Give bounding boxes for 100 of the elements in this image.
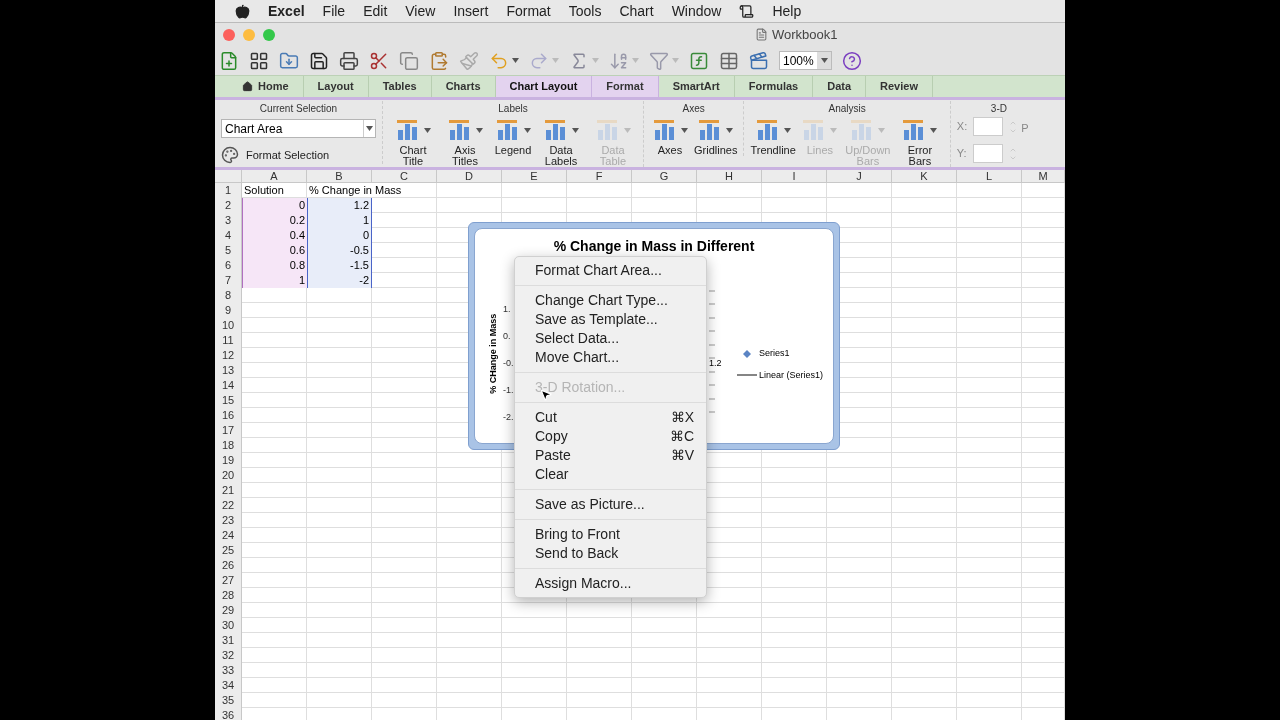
menu-item[interactable]: Cut ⌘X bbox=[515, 408, 706, 427]
menu-item[interactable]: Paste ⌘V bbox=[515, 446, 706, 465]
ribbon-button[interactable]: Gridlines bbox=[694, 117, 738, 156]
caret-icon[interactable] bbox=[523, 127, 531, 133]
row-header[interactable]: 1 bbox=[215, 183, 242, 198]
row-header[interactable]: 21 bbox=[215, 483, 242, 498]
menu-item[interactable]: Move Chart... bbox=[515, 348, 706, 367]
zoom-button[interactable] bbox=[263, 28, 275, 41]
column-header[interactable]: F bbox=[567, 170, 632, 183]
row-header[interactable]: 18 bbox=[215, 438, 242, 453]
caret-icon[interactable] bbox=[726, 127, 734, 133]
position-field[interactable] bbox=[973, 117, 1004, 136]
clipboard-icon[interactable] bbox=[429, 50, 449, 71]
row-header[interactable]: 33 bbox=[215, 663, 242, 678]
menu-item[interactable]: Format bbox=[506, 0, 551, 22]
column-header[interactable]: H bbox=[697, 170, 762, 183]
row-header[interactable]: 35 bbox=[215, 693, 242, 708]
row-header[interactable]: 3 bbox=[215, 213, 242, 228]
row-header[interactable]: 24 bbox=[215, 528, 242, 543]
row-header[interactable]: 19 bbox=[215, 453, 242, 468]
row-header[interactable]: 12 bbox=[215, 348, 242, 363]
menu-item[interactable]: Edit bbox=[363, 0, 388, 22]
gallery-icon[interactable] bbox=[249, 50, 269, 71]
menu-item[interactable]: Save as Template... bbox=[515, 310, 706, 329]
row-header[interactable]: 16 bbox=[215, 408, 242, 423]
row-header[interactable]: 20 bbox=[215, 468, 242, 483]
menu-item[interactable]: Clear bbox=[515, 465, 706, 484]
position-field[interactable] bbox=[972, 144, 1003, 163]
column-header[interactable]: J bbox=[827, 170, 892, 183]
caret-icon[interactable] bbox=[783, 127, 791, 133]
save-icon[interactable] bbox=[309, 50, 329, 71]
brush-icon[interactable] bbox=[459, 50, 479, 71]
menu-item[interactable]: Window bbox=[671, 0, 722, 22]
menu-item[interactable]: Assign Macro... bbox=[515, 574, 706, 593]
new-file-icon[interactable] bbox=[219, 50, 239, 71]
column-header[interactable]: B bbox=[307, 170, 372, 183]
column-header[interactable]: I bbox=[762, 170, 827, 183]
caret-icon[interactable] bbox=[820, 58, 828, 63]
script-icon[interactable] bbox=[739, 3, 755, 19]
menu-item[interactable]: Copy ⌘C bbox=[515, 427, 706, 446]
row-header[interactable]: 36 bbox=[215, 708, 242, 720]
menu-item[interactable]: Format Chart Area... bbox=[515, 261, 706, 280]
caret-icon[interactable] bbox=[512, 58, 519, 63]
row-header[interactable]: 6 bbox=[215, 258, 242, 273]
menu-item[interactable]: Select Data... bbox=[515, 329, 706, 348]
column-header[interactable]: D bbox=[437, 170, 502, 183]
row-header[interactable]: 22 bbox=[215, 498, 242, 513]
row-header[interactable]: 7 bbox=[215, 273, 242, 288]
caret-icon[interactable] bbox=[423, 127, 431, 133]
function-icon[interactable] bbox=[689, 50, 709, 71]
row-header[interactable]: 30 bbox=[215, 618, 242, 633]
row-header[interactable]: 11 bbox=[215, 333, 242, 348]
column-header[interactable]: M bbox=[1022, 170, 1065, 183]
menu-item[interactable]: View bbox=[405, 0, 436, 22]
ribbon-button[interactable]: Chart Title bbox=[389, 117, 437, 167]
caret-icon[interactable] bbox=[475, 127, 483, 133]
caret-icon[interactable] bbox=[366, 126, 373, 131]
ribbon-button[interactable]: Data Labels bbox=[537, 117, 585, 167]
row-header[interactable]: 5 bbox=[215, 243, 242, 258]
close-button[interactable] bbox=[223, 28, 235, 41]
help-icon[interactable] bbox=[842, 50, 862, 71]
ribbon-tab[interactable]: Format bbox=[592, 76, 659, 97]
column-header[interactable]: L bbox=[957, 170, 1022, 183]
menu-item[interactable]: Send to Back bbox=[515, 544, 706, 563]
row-header[interactable]: 10 bbox=[215, 318, 242, 333]
caret-icon[interactable] bbox=[680, 127, 688, 133]
caret-icon[interactable] bbox=[930, 127, 938, 133]
caret-icon[interactable] bbox=[571, 127, 579, 133]
row-header[interactable]: 27 bbox=[215, 573, 242, 588]
column-header[interactable]: G bbox=[632, 170, 697, 183]
form-icon[interactable] bbox=[719, 50, 739, 71]
zoom-field[interactable]: 100% bbox=[779, 51, 832, 70]
folder-icon[interactable] bbox=[279, 50, 299, 71]
row-header[interactable]: 31 bbox=[215, 633, 242, 648]
row-header[interactable]: 9 bbox=[215, 303, 242, 318]
menu-item[interactable]: Tools bbox=[568, 0, 602, 22]
menu-item[interactable]: Help bbox=[772, 0, 802, 22]
row-header[interactable]: 26 bbox=[215, 558, 242, 573]
row-header[interactable]: 2 bbox=[215, 198, 242, 213]
row-header[interactable]: 4 bbox=[215, 228, 242, 243]
selection-dropdown[interactable]: Chart Area bbox=[221, 119, 376, 138]
menu-item[interactable]: Bring to Front bbox=[515, 525, 706, 544]
menu-item[interactable]: File bbox=[322, 0, 346, 22]
row-header[interactable]: 23 bbox=[215, 513, 242, 528]
ribbon-button[interactable]: Error Bars bbox=[895, 117, 944, 167]
menu-item[interactable]: Excel bbox=[268, 0, 305, 22]
row-header[interactable]: 17 bbox=[215, 423, 242, 438]
menu-item[interactable]: Save as Picture... bbox=[515, 495, 706, 514]
media-icon[interactable] bbox=[749, 50, 769, 71]
row-header[interactable]: 25 bbox=[215, 543, 242, 558]
column-header[interactable]: K bbox=[892, 170, 957, 183]
row-header[interactable]: 13 bbox=[215, 363, 242, 378]
menu-item[interactable]: Chart bbox=[619, 0, 654, 22]
ribbon-button[interactable]: Legend bbox=[493, 117, 533, 156]
ribbon-tab[interactable]: Chart Layout bbox=[495, 76, 593, 97]
print-icon[interactable] bbox=[339, 50, 359, 71]
row-header[interactable]: 28 bbox=[215, 588, 242, 603]
copy-icon[interactable] bbox=[399, 50, 419, 71]
column-header[interactable]: E bbox=[502, 170, 567, 183]
apple-icon[interactable] bbox=[235, 3, 250, 19]
